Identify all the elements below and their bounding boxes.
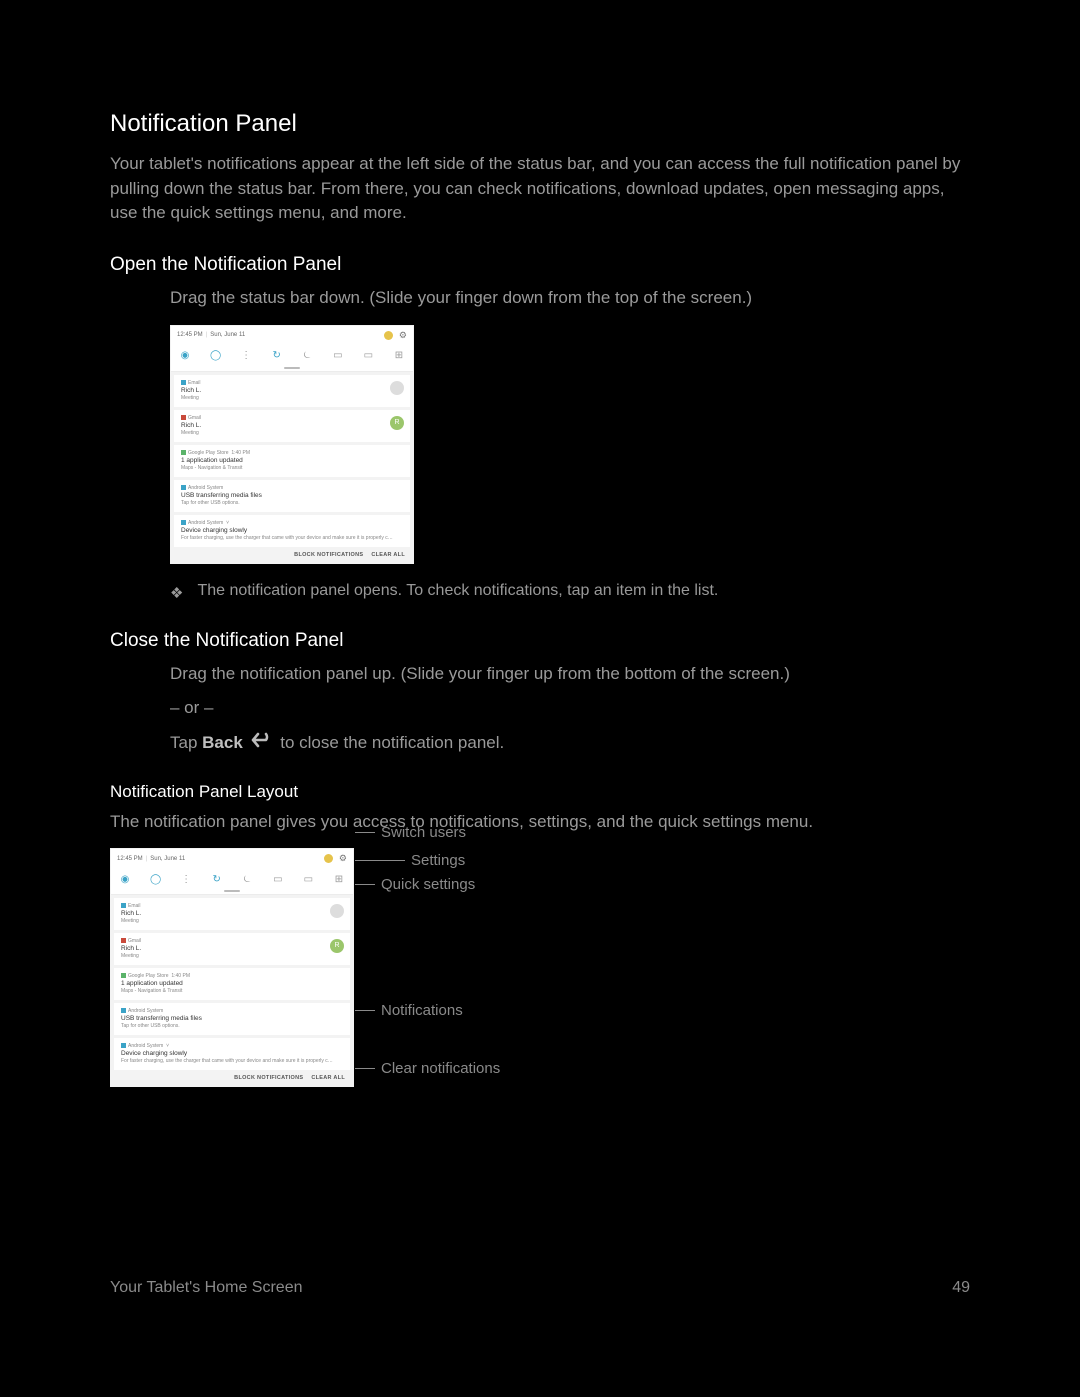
notification-panel-mock: 12:45 PM|Sun, June 11⚙◉◯⋮↻⏾▭▭⊞EmailRich …: [170, 325, 414, 564]
document-page: Notification Panel Your tablet's notific…: [110, 110, 970, 1297]
back-word: Back: [202, 733, 243, 752]
or-text: – or –: [170, 696, 970, 721]
instruction-text: Drag the notification panel up. (Slide y…: [170, 662, 970, 687]
subsection-heading: Open the Notification Panel: [110, 254, 970, 276]
intro-paragraph: Your tablet's notifications appear at th…: [110, 152, 970, 226]
layout-paragraph: The notification panel gives you access …: [110, 810, 970, 835]
instruction-text: Drag the status bar down. (Slide your fi…: [170, 286, 970, 311]
callout-switch-users: Switch users: [355, 824, 466, 841]
screenshot-figure-annotated: 12:45 PM|Sun, June 11⚙◉◯⋮↻⏾▭▭⊞EmailRich …: [110, 848, 970, 1087]
tap-back-line: Tap Back to close the notification panel…: [170, 731, 970, 756]
bullet-text: The notification panel opens. To check n…: [197, 582, 718, 600]
callout-quick-settings: Quick settings: [355, 876, 475, 893]
back-icon: [251, 731, 273, 756]
bullet-icon: ❖: [170, 584, 183, 602]
tap-prefix: Tap: [170, 733, 202, 752]
section-heading: Notification Panel: [110, 110, 970, 138]
footer-section: Your Tablet's Home Screen: [110, 1279, 303, 1297]
bullet-item: ❖ The notification panel opens. To check…: [170, 582, 970, 602]
page-number: 49: [952, 1279, 970, 1297]
callout-settings: Settings: [355, 852, 465, 869]
callout-notifications: Notifications: [355, 1002, 463, 1019]
callout-clear: Clear notifications: [355, 1060, 500, 1077]
subsection-heading: Notification Panel Layout: [110, 782, 970, 802]
page-footer: Your Tablet's Home Screen 49: [110, 1279, 970, 1297]
tap-suffix: to close the notification panel.: [280, 733, 504, 752]
subsection-heading: Close the Notification Panel: [110, 630, 970, 652]
screenshot-figure: 12:45 PM|Sun, June 11⚙◉◯⋮↻⏾▭▭⊞EmailRich …: [170, 325, 970, 564]
notification-panel-mock: 12:45 PM|Sun, June 11⚙◉◯⋮↻⏾▭▭⊞EmailRich …: [110, 848, 354, 1087]
